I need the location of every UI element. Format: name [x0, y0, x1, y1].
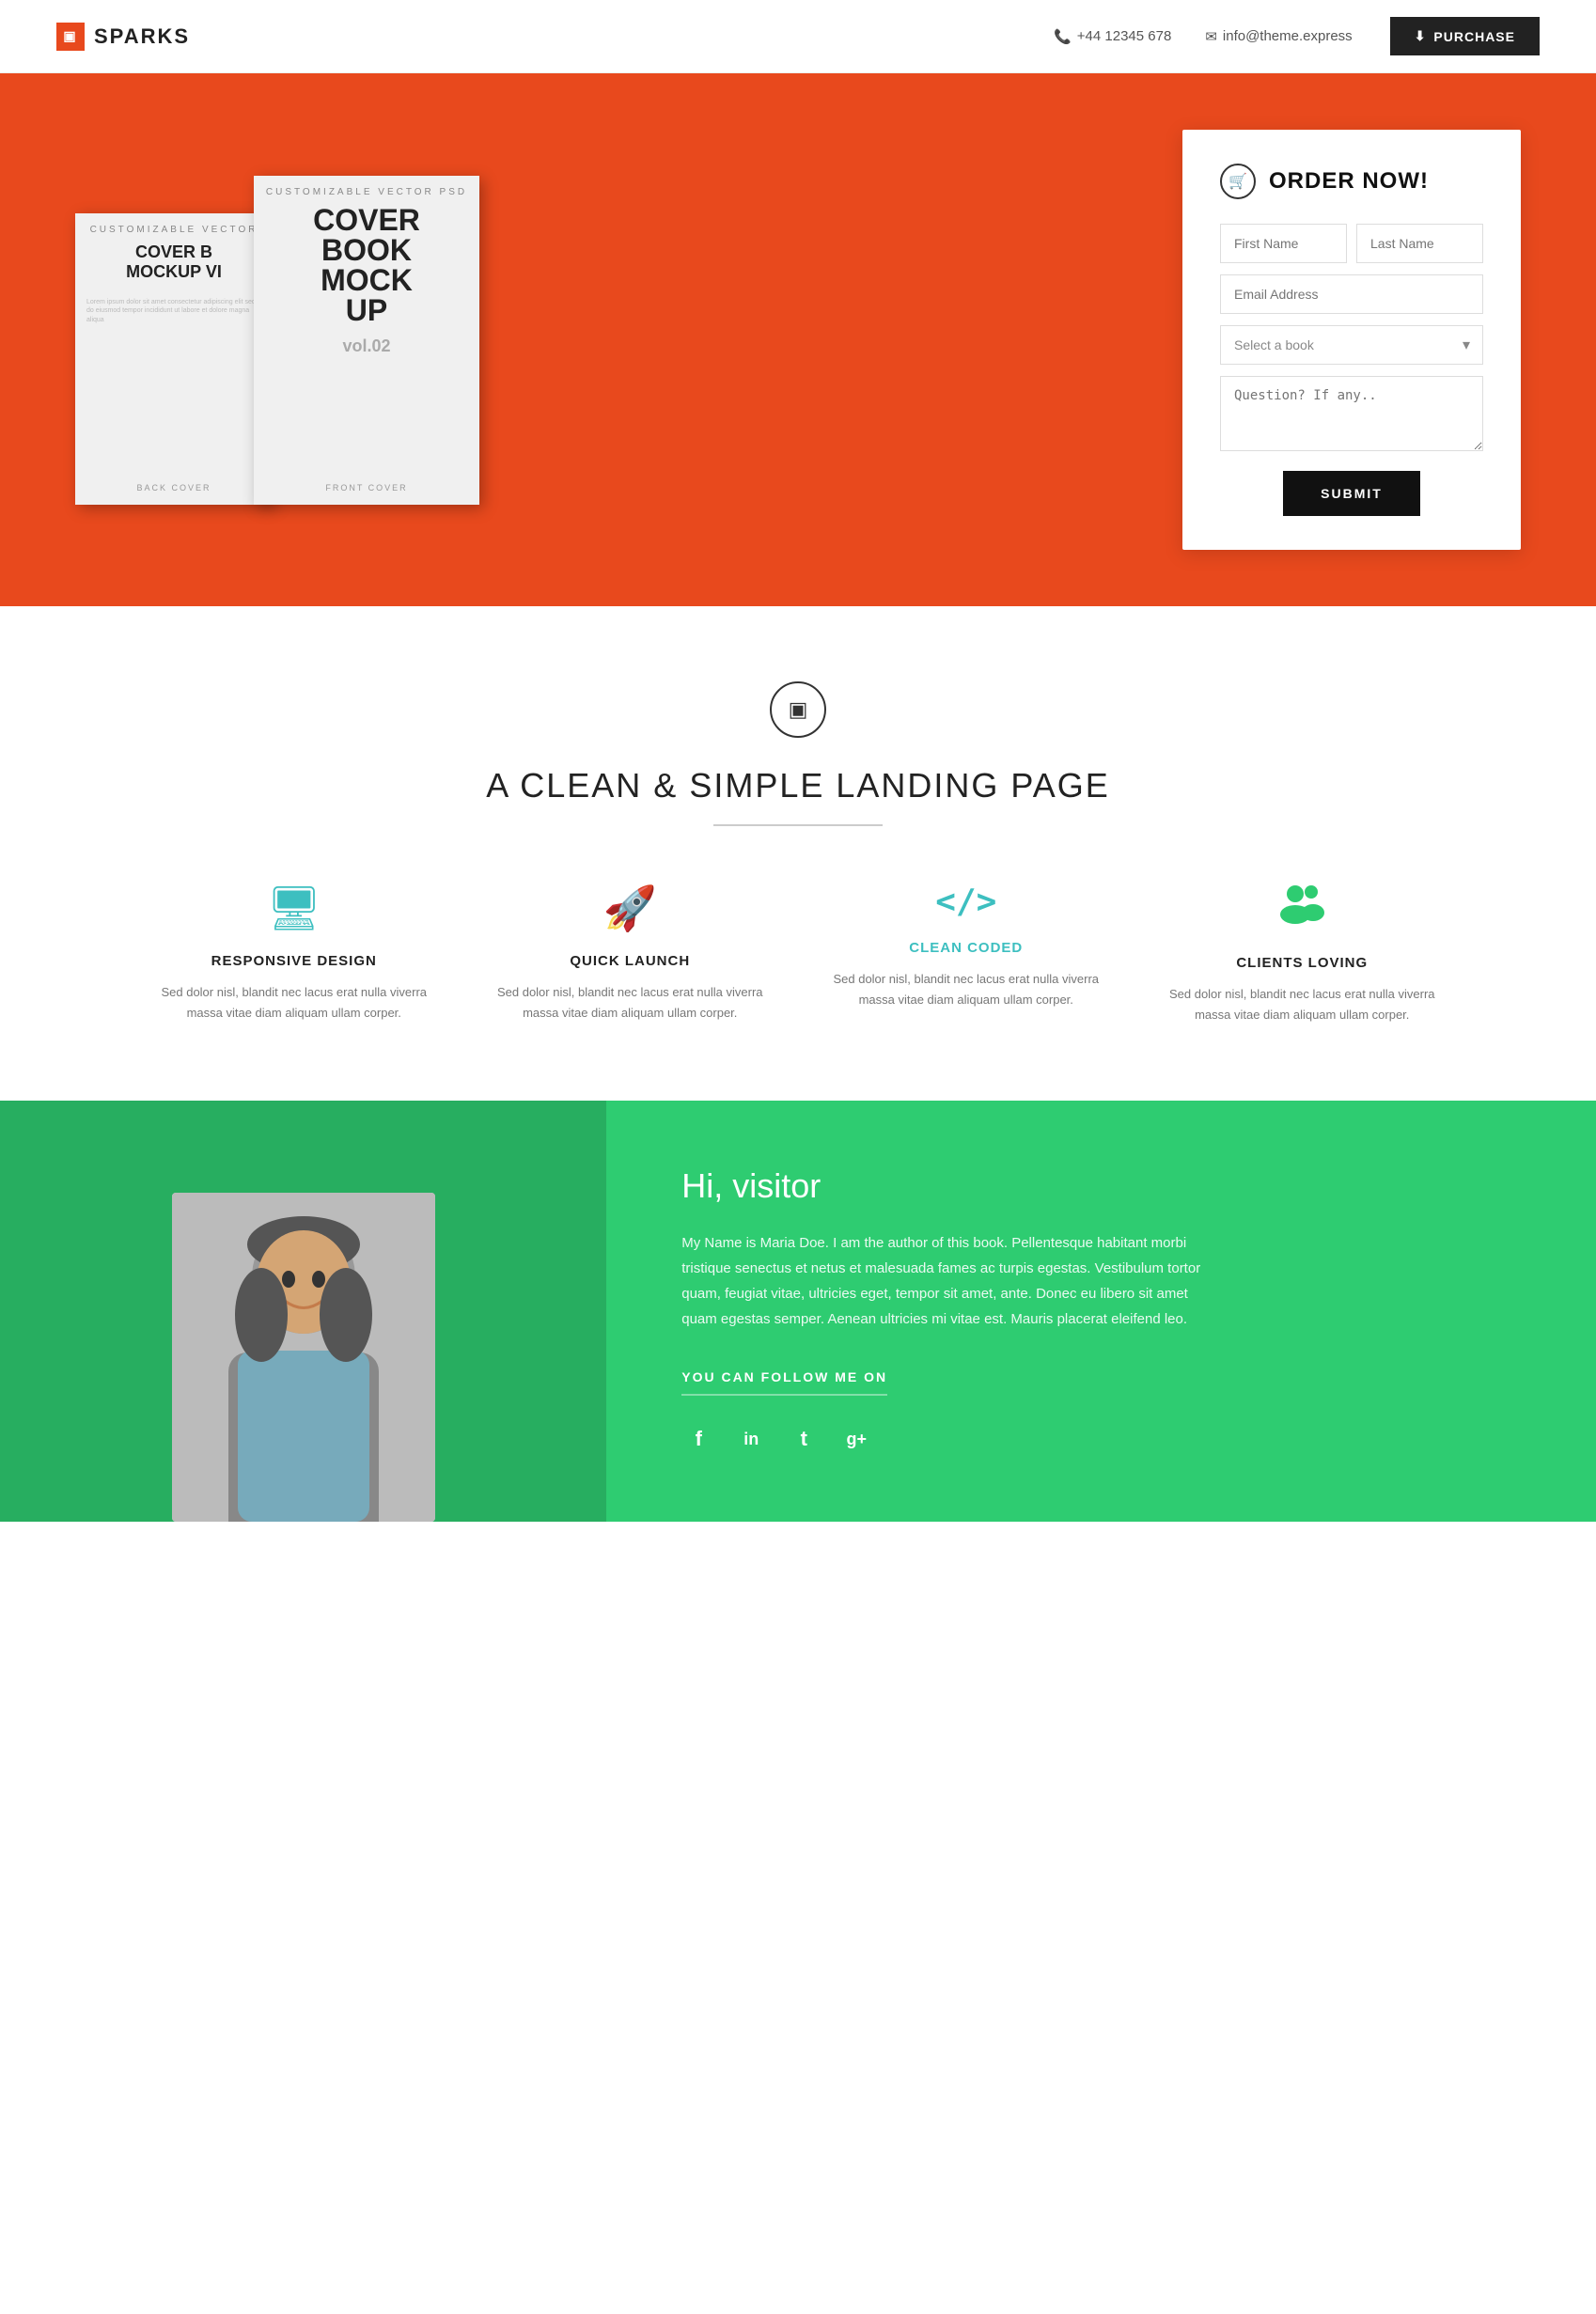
- back-book-label: BACK COVER: [136, 471, 211, 493]
- feature-quicklaunch-title: QUICK LAUNCH: [495, 953, 766, 969]
- features-grid: 🖥 RESPONSIVE DESIGN Sed dolor nisl, blan…: [140, 883, 1456, 1025]
- features-divider: [713, 824, 883, 826]
- feature-cleancoded-desc: Sed dolor nisl, blandit nec lacus erat n…: [831, 969, 1102, 1010]
- download-icon: ⬇: [1415, 28, 1427, 44]
- order-form: Select a book Book 1 Book 2 Book 3 SUBMI…: [1220, 224, 1483, 516]
- feature-quicklaunch: 🚀 QUICK LAUNCH Sed dolor nisl, blandit n…: [477, 883, 785, 1025]
- author-section: Hi, visitor My Name is Maria Doe. I am t…: [0, 1101, 1596, 1522]
- phone-number: +44 12345 678: [1077, 28, 1172, 44]
- facebook-icon[interactable]: f: [681, 1422, 715, 1456]
- email-contact: ✉ info@theme.express: [1205, 28, 1352, 45]
- author-photo: [172, 1193, 435, 1522]
- google-plus-icon[interactable]: g+: [839, 1422, 873, 1456]
- order-title: 🛒 ORDER NOW!: [1220, 164, 1483, 199]
- book-select-wrapper: Select a book Book 1 Book 2 Book 3: [1220, 325, 1483, 365]
- phone-icon: 📞: [1054, 28, 1072, 45]
- email-address: info@theme.express: [1223, 28, 1353, 44]
- order-form-container: 🛒 ORDER NOW! Select a book Book 1 Book 2…: [1182, 130, 1521, 550]
- first-name-input[interactable]: [1220, 224, 1347, 263]
- hero-section: CUSTOMIZABLE VECTOR COVER BMOCKUP VI Lor…: [0, 73, 1596, 606]
- front-book-vol: vol.02: [342, 336, 390, 356]
- follow-section: YOU CAN FOLLOW ME ON f in t g+: [681, 1369, 1521, 1456]
- features-heading: A CLEAN & SIMPLE LANDING PAGE: [56, 766, 1540, 805]
- header: ▣ SPARKS 📞 +44 12345 678 ✉ info@theme.ex…: [0, 0, 1596, 73]
- book-select[interactable]: Select a book Book 1 Book 2 Book 3: [1220, 325, 1483, 365]
- logo-icon: ▣: [56, 23, 85, 51]
- question-row: [1220, 376, 1483, 471]
- email-input[interactable]: [1220, 274, 1483, 314]
- author-image: [0, 1101, 606, 1522]
- name-row: [1220, 224, 1483, 263]
- front-book-top-label: CUSTOMIZABLE VECTOR PSD: [266, 187, 467, 197]
- purchase-label: PURCHASE: [1433, 29, 1515, 44]
- submit-label: SUBMIT: [1321, 486, 1383, 501]
- code-icon: </>: [831, 883, 1102, 921]
- feature-clients-title: CLIENTS LOVING: [1167, 955, 1438, 971]
- author-greeting: Hi, visitor: [681, 1166, 1521, 1206]
- social-icons: f in t g+: [681, 1422, 1521, 1456]
- feature-cleancoded: </> CLEAN CODED Sed dolor nisl, blandit …: [812, 883, 1120, 1025]
- back-book-subtitle: COVER BMOCKUP VI: [126, 242, 222, 283]
- feature-responsive: 🖥 RESPONSIVE DESIGN Sed dolor nisl, blan…: [140, 883, 448, 1025]
- purchase-button[interactable]: ⬇ PURCHASE: [1390, 17, 1540, 55]
- monitor-icon: 🖥: [159, 883, 430, 934]
- phone-contact: 📞 +44 12345 678: [1054, 28, 1171, 45]
- submit-button[interactable]: SUBMIT: [1283, 471, 1420, 516]
- author-content: Hi, visitor My Name is Maria Doe. I am t…: [606, 1101, 1596, 1522]
- feature-cleancoded-title: CLEAN CODED: [831, 940, 1102, 956]
- logo-text: SPARKS: [94, 24, 190, 49]
- front-book-label: FRONT COVER: [325, 471, 407, 493]
- header-right: 📞 +44 12345 678 ✉ info@theme.express ⬇ P…: [1054, 17, 1540, 55]
- feature-quicklaunch-desc: Sed dolor nisl, blandit nec lacus erat n…: [495, 982, 766, 1024]
- front-book: CUSTOMIZABLE VECTOR PSD COVERBOOKMOCKUP …: [254, 176, 479, 505]
- back-book: CUSTOMIZABLE VECTOR COVER BMOCKUP VI Lor…: [75, 213, 273, 505]
- back-book-body: Lorem ipsum dolor sit amet consectetur a…: [86, 298, 261, 325]
- rocket-icon: 🚀: [495, 883, 766, 934]
- back-book-top-label: CUSTOMIZABLE VECTOR: [90, 225, 258, 235]
- header-contact: 📞 +44 12345 678 ✉ info@theme.express: [1054, 28, 1353, 45]
- email-icon: ✉: [1205, 28, 1217, 45]
- users-icon: [1167, 883, 1438, 936]
- last-name-input[interactable]: [1356, 224, 1483, 263]
- logo: ▣ SPARKS: [56, 23, 190, 51]
- feature-responsive-desc: Sed dolor nisl, blandit nec lacus erat n…: [159, 982, 430, 1024]
- email-row: [1220, 274, 1483, 314]
- feature-clients-desc: Sed dolor nisl, blandit nec lacus erat n…: [1167, 984, 1438, 1025]
- feature-clients: CLIENTS LOVING Sed dolor nisl, blandit n…: [1149, 883, 1457, 1025]
- order-heading: ORDER NOW!: [1269, 168, 1429, 195]
- linkedin-icon[interactable]: in: [734, 1422, 768, 1456]
- author-bio: My Name is Maria Doe. I am the author of…: [681, 1230, 1227, 1332]
- book-icon: ▣: [789, 697, 808, 722]
- front-book-title: COVERBOOKMOCKUP: [313, 205, 420, 325]
- features-section: ▣ A CLEAN & SIMPLE LANDING PAGE 🖥 RESPON…: [0, 606, 1596, 1101]
- hero-books: CUSTOMIZABLE VECTOR COVER BMOCKUP VI Lor…: [75, 176, 769, 505]
- feature-responsive-title: RESPONSIVE DESIGN: [159, 953, 430, 969]
- twitter-icon[interactable]: t: [787, 1422, 821, 1456]
- question-textarea[interactable]: [1220, 376, 1483, 451]
- cart-icon: 🛒: [1220, 164, 1256, 199]
- follow-label: YOU CAN FOLLOW ME ON: [681, 1369, 887, 1396]
- features-section-icon: ▣: [770, 681, 826, 738]
